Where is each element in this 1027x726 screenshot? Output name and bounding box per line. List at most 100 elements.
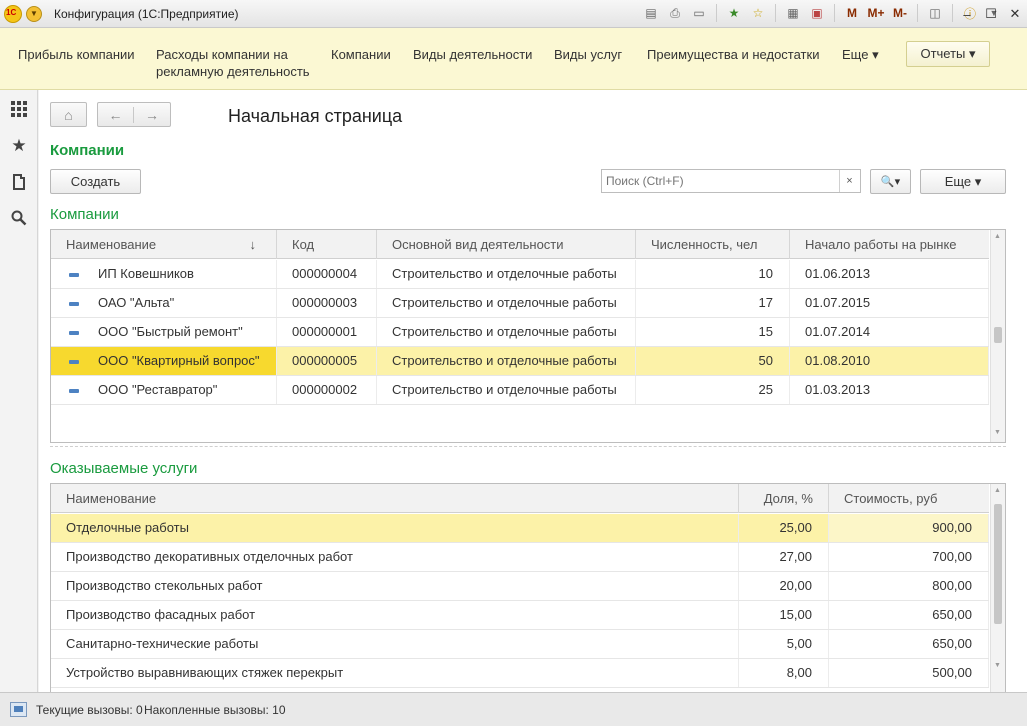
table-header: Наименование Доля, % Стоимость, руб — [51, 484, 989, 513]
cell-start: 01.06.2013 — [790, 260, 989, 288]
companies-scrollbar[interactable]: ▲ ▼ — [990, 230, 1005, 442]
table-row[interactable]: ОАО "Альта" 000000003 Строительство и от… — [51, 289, 989, 318]
cell-share: 25,00 — [739, 514, 829, 542]
minimize-icon[interactable]: – — [955, 0, 979, 28]
create-button[interactable]: Создать — [50, 169, 141, 194]
star-icon[interactable]: ★ — [9, 136, 29, 156]
column-header-name[interactable]: Наименование — [51, 484, 739, 513]
cell-code: 000000002 — [277, 376, 377, 404]
close-icon[interactable]: ✕ — [1003, 0, 1027, 28]
apps-grid-icon[interactable] — [9, 99, 29, 119]
cell-name: Производство фасадных работ — [51, 601, 739, 629]
back-arrow-icon[interactable]: ← — [98, 106, 134, 123]
search-options-button[interactable]: 🔍▾ — [870, 169, 911, 194]
favorites-icon[interactable]: ☆ — [749, 4, 767, 22]
calendar-icon[interactable]: ▣ — [808, 4, 826, 22]
splitter[interactable] — [50, 446, 1006, 447]
services-scrollbar[interactable]: ▲ ▼ — [990, 484, 1005, 692]
table-row-selected[interactable]: ООО "Квартирный вопрос" 000000005 Строит… — [51, 347, 989, 376]
clear-icon[interactable]: × — [839, 170, 860, 192]
toolbar-separator — [834, 4, 835, 22]
cell-name: Отделочные работы — [51, 514, 739, 542]
table-row-selected[interactable]: Отделочные работы 25,00 900,00 — [51, 514, 989, 543]
cell-name: ОАО "Альта" — [51, 289, 277, 317]
column-header-code[interactable]: Код — [277, 230, 377, 259]
nav-pros-cons[interactable]: Преимущества и недостатки — [647, 46, 819, 63]
window-controls: – ☐ ✕ — [955, 0, 1027, 28]
table-row[interactable]: Производство фасадных работ 15,00 650,00 — [51, 601, 989, 630]
preview-icon[interactable]: ▭ — [690, 4, 708, 22]
more-actions-button[interactable]: Еще ▾ — [920, 169, 1006, 194]
panels-icon[interactable]: ◫ — [926, 4, 944, 22]
home-button[interactable]: ⌂ — [50, 102, 87, 127]
status-bar: Текущие вызовы: 0 Накопленные вызовы: 10 — [0, 692, 1027, 726]
server-calls-icon[interactable] — [10, 702, 27, 717]
table-row[interactable]: ООО "Быстрый ремонт" 000000001 Строитель… — [51, 318, 989, 347]
main-menu-button[interactable]: ▼ — [26, 5, 42, 22]
cell-cost: 700,00 — [829, 543, 989, 571]
nav-companies[interactable]: Компании — [331, 46, 391, 63]
print-icon[interactable]: ⎙ — [666, 4, 684, 22]
title-bar: ▼ Конфигурация (1С:Предприятие) ▤ ⎙ ▭ ★ … — [0, 0, 1027, 28]
nav-ad-expenses[interactable]: Расходы компании на рекламную деятельнос… — [156, 46, 321, 80]
table-row[interactable]: ООО "Реставратор" 000000002 Строительств… — [51, 376, 989, 405]
cell-name: ИП Ковешников — [51, 260, 277, 288]
cell-name: Производство декоративных отделочных раб… — [51, 543, 739, 571]
name-text: ООО "Реставратор" — [98, 382, 218, 397]
memory-minus-button[interactable]: M- — [891, 4, 909, 22]
title-toolbar: ▤ ⎙ ▭ ★ ☆ ▦ ▣ M M+ M- ◫ ⓘ ▼ — [642, 4, 1003, 22]
search-icon[interactable] — [9, 208, 29, 228]
calculator-icon[interactable]: ▦ — [784, 4, 802, 22]
scroll-up-icon[interactable]: ▲ — [994, 487, 1001, 494]
catalog-item-icon — [69, 272, 79, 277]
maximize-icon[interactable]: ☐ — [979, 0, 1003, 28]
cell-name: ООО "Реставратор" — [51, 376, 277, 404]
reports-button[interactable]: Отчеты ▾ — [906, 41, 990, 67]
search-box: × — [601, 169, 861, 193]
cell-share: 5,00 — [739, 630, 829, 658]
column-header-share[interactable]: Доля, % — [739, 484, 829, 513]
scroll-thumb[interactable] — [994, 504, 1002, 624]
column-header-start[interactable]: Начало работы на рынке — [790, 230, 989, 259]
nav-more[interactable]: Еще ▾ — [842, 46, 879, 63]
table-row[interactable]: Производство стекольных работ 20,00 800,… — [51, 572, 989, 601]
current-calls: Текущие вызовы: 0 — [36, 703, 143, 717]
search-input[interactable] — [602, 170, 840, 192]
cell-activity: Строительство и отделочные работы — [377, 318, 636, 346]
table-row[interactable]: Устройство выравнивающих стяжек перекрыт… — [51, 659, 989, 688]
cell-staff: 50 — [636, 347, 790, 375]
scroll-down-icon[interactable]: ▼ — [994, 662, 1001, 669]
table-header: Наименование ↓ Код Основной вид деятельн… — [51, 230, 989, 259]
save-icon[interactable]: ▤ — [642, 4, 660, 22]
column-header-cost[interactable]: Стоимость, руб — [829, 484, 989, 513]
column-header-staff[interactable]: Численность, чел — [636, 230, 790, 259]
catalog-item-icon — [69, 359, 79, 364]
table-row[interactable]: Санитарно-технические работы 5,00 650,00 — [51, 630, 989, 659]
memory-button[interactable]: M — [843, 4, 861, 22]
memory-plus-button[interactable]: M+ — [867, 4, 885, 22]
forward-arrow-icon[interactable]: → — [134, 107, 170, 123]
toolbar-separator — [775, 4, 776, 22]
window-title: Конфигурация (1С:Предприятие) — [54, 6, 239, 21]
toolbar-separator — [917, 4, 918, 22]
column-header-name[interactable]: Наименование ↓ — [51, 230, 277, 259]
nav-activities[interactable]: Виды деятельности — [413, 46, 532, 63]
table-row[interactable]: Производство декоративных отделочных раб… — [51, 543, 989, 572]
scroll-thumb[interactable] — [994, 327, 1002, 343]
home-icon: ⌂ — [64, 106, 73, 123]
history-icon[interactable] — [9, 172, 29, 192]
workspace: ⌂ ← → Начальная страница Компании Создат… — [39, 90, 1027, 692]
add-favorite-icon[interactable]: ★ — [725, 4, 743, 22]
cell-cost: 800,00 — [829, 572, 989, 600]
companies-group-label: Компании — [50, 206, 119, 223]
scroll-up-icon[interactable]: ▲ — [994, 233, 1001, 240]
cell-activity: Строительство и отделочные работы — [377, 376, 636, 404]
scroll-down-icon[interactable]: ▼ — [994, 429, 1001, 436]
column-header-activity[interactable]: Основной вид деятельности — [377, 230, 636, 259]
cell-staff: 10 — [636, 260, 790, 288]
nav-services[interactable]: Виды услуг — [554, 46, 622, 63]
table-row[interactable]: ИП Ковешников 000000004 Строительство и … — [51, 260, 989, 289]
nav-profit[interactable]: Прибыль компании — [18, 46, 135, 63]
cell-start: 01.07.2014 — [790, 318, 989, 346]
cell-staff: 25 — [636, 376, 790, 404]
